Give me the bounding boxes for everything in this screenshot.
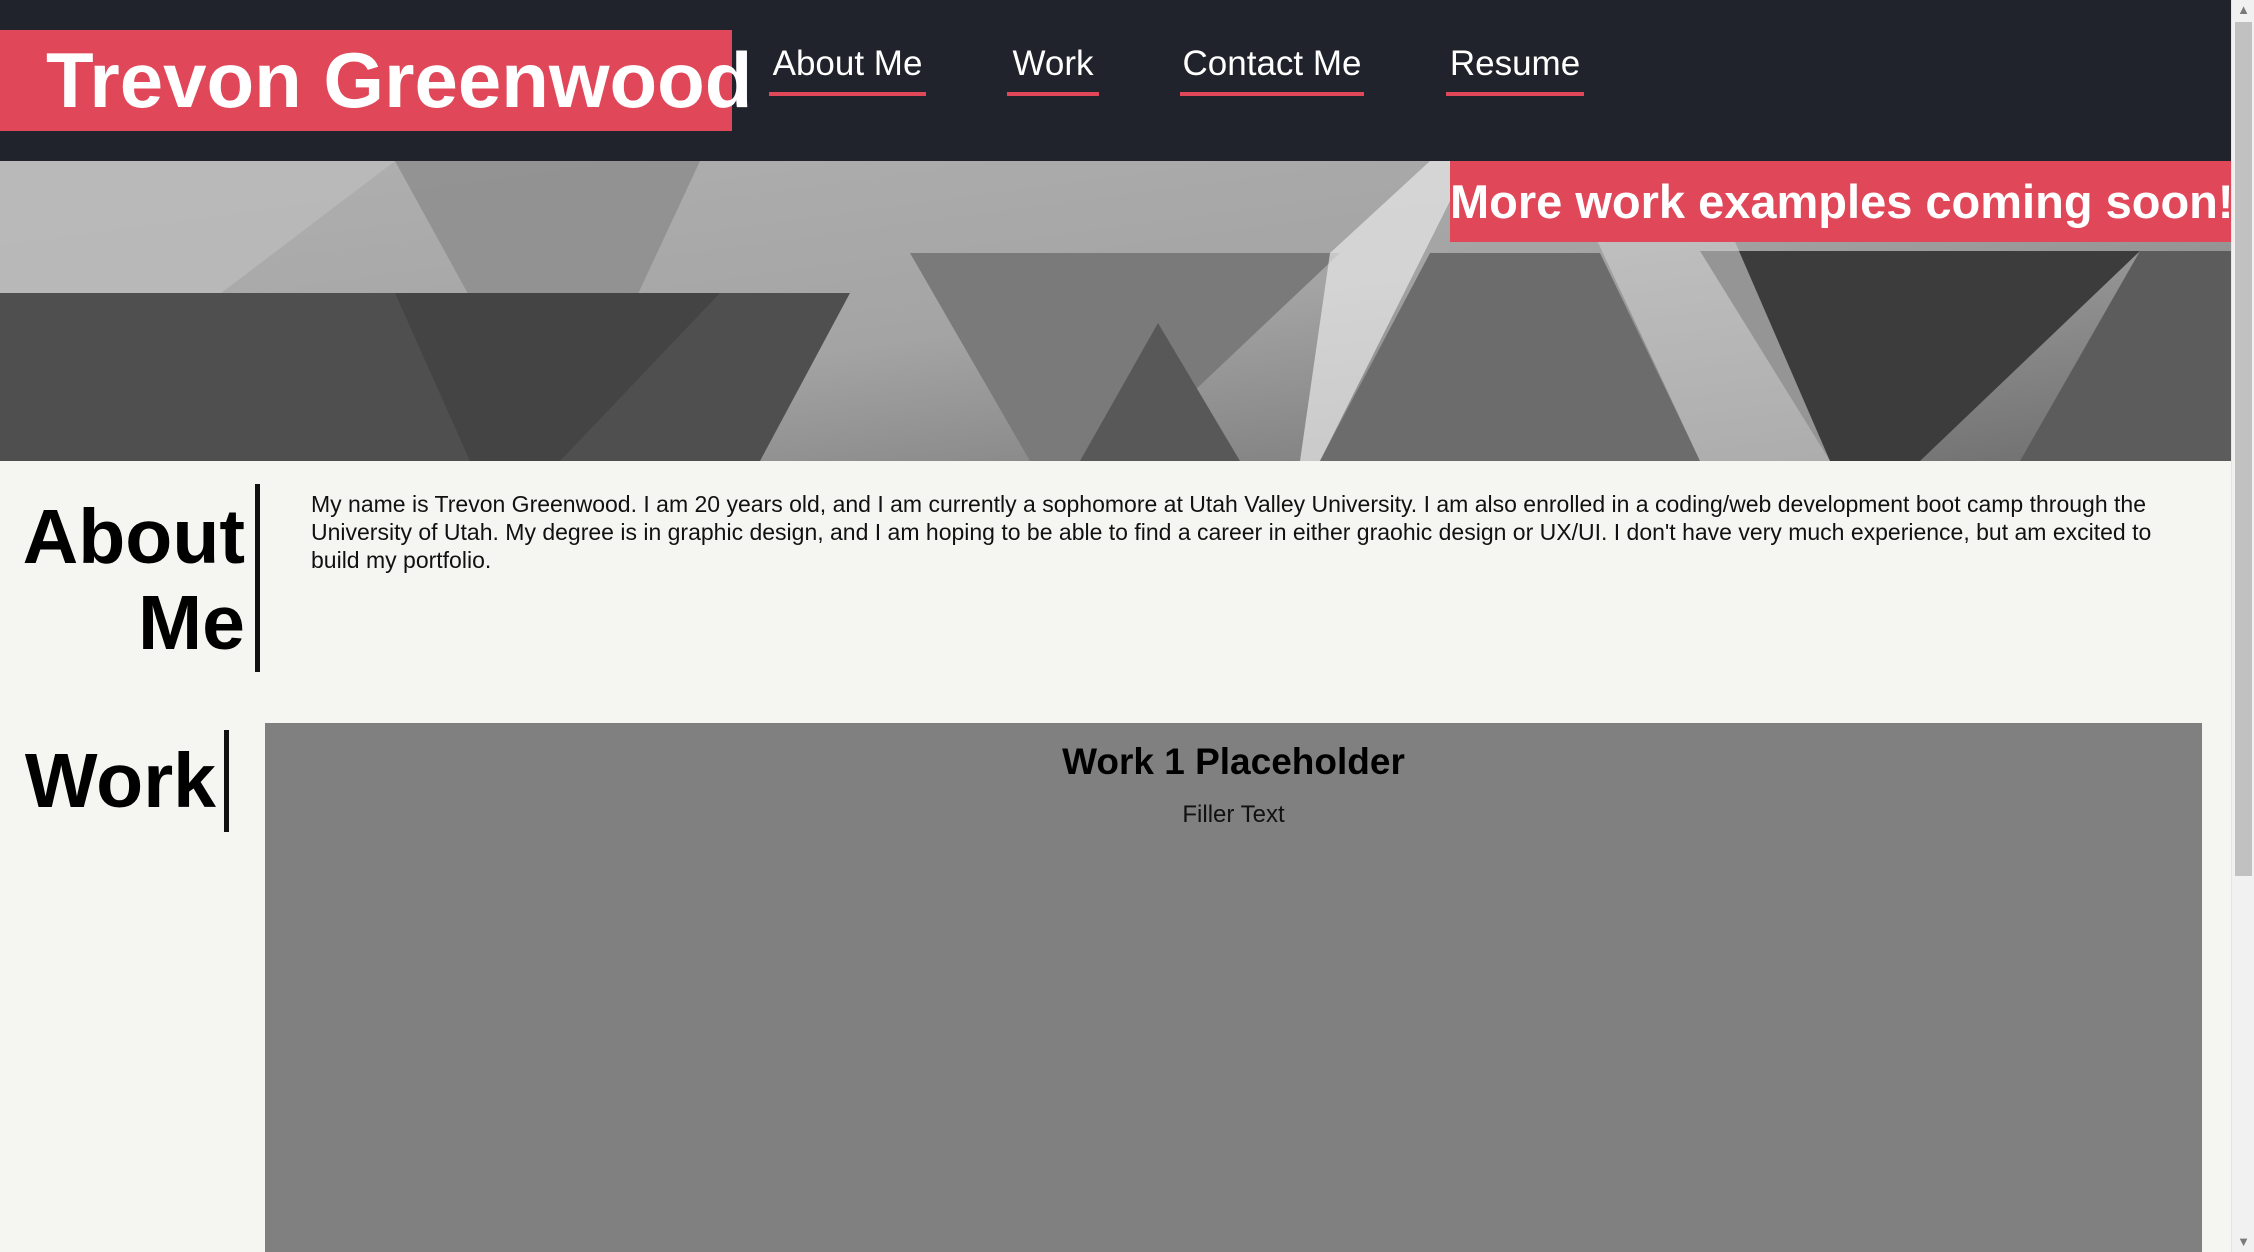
site-title: Trevon Greenwood [0,30,752,131]
scroll-down-arrow-icon[interactable]: ▼ [2232,1232,2254,1252]
work-card-description: Filler Text [1182,801,1285,828]
work-card[interactable]: Work 1 Placeholder Filler Text [265,723,2202,1252]
nav-link-work[interactable]: Work [1007,40,1099,96]
hero-banner-image: More work examples coming soon! [0,161,2231,461]
about-heading-line-2: Me [138,580,245,666]
about-heading: About Me [0,484,260,672]
scrollbar-thumb[interactable] [2235,22,2252,876]
vertical-scrollbar[interactable]: ▲ ▼ [2231,0,2254,1252]
site-header: Trevon Greenwood About Me Work Contact M… [0,0,2231,161]
about-heading-line-1: About [22,494,245,580]
coming-soon-banner: More work examples coming soon! [1450,161,2231,242]
page: Trevon Greenwood About Me Work Contact M… [0,0,2231,1252]
nav-link-contact-me[interactable]: Contact Me [1180,40,1364,96]
work-heading: Work [0,730,229,832]
nav-link-resume[interactable]: Resume [1446,40,1584,96]
nav-link-about-me[interactable]: About Me [769,40,926,96]
scroll-up-arrow-icon[interactable]: ▲ [2232,0,2254,20]
about-text: My name is Trevon Greenwood. I am 20 yea… [311,491,2152,573]
work-card-title: Work 1 Placeholder [1062,741,1405,782]
